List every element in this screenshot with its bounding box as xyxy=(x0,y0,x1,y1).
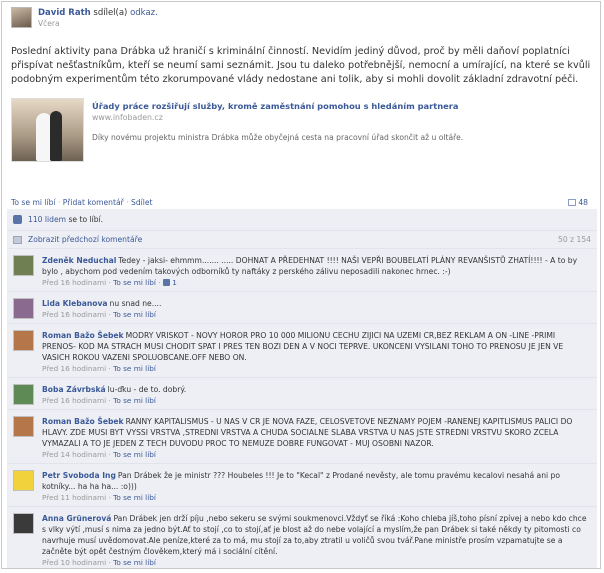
commenter-avatar[interactable] xyxy=(13,255,34,276)
shared-link-thumbnail[interactable] xyxy=(11,98,84,162)
like-link[interactable]: To se mi líbí xyxy=(11,198,56,207)
comment-body: Lida Klebanova nu snad ne.... xyxy=(42,298,591,309)
facebook-post-card: David Rath sdílel(a) odkaz. Včera Posled… xyxy=(1,1,601,569)
comment-author[interactable]: Lida Klebanova xyxy=(42,299,108,308)
post-author-line: David Rath sdílel(a) odkaz. xyxy=(38,8,158,18)
commenter-avatar[interactable] xyxy=(13,384,34,405)
comment-text: lu-ďku - de to. dobrý. xyxy=(107,385,187,394)
post-actions: To se mi líbí · Přidat komentář · Sdílet xyxy=(11,198,153,207)
view-previous-comments[interactable]: Zobrazit předchozí komentáře 50 z 154 xyxy=(7,231,597,249)
comment-time[interactable]: Před 16 hodinami xyxy=(42,310,106,319)
like-thumb-icon xyxy=(162,279,170,286)
comment-like-link[interactable]: To se mi líbí xyxy=(113,450,156,459)
post-timestamp[interactable]: Včera xyxy=(38,19,60,28)
comment-text: Pan Drábek že je ministr ??? Houbeles !!… xyxy=(42,471,560,491)
comment-like-link[interactable]: To se mi líbí xyxy=(113,493,156,502)
comment-author[interactable]: Boba Závrbská xyxy=(42,385,106,394)
post-author-name[interactable]: David Rath xyxy=(38,8,91,18)
comment-time[interactable]: Před 14 hodinami xyxy=(42,450,106,459)
comment-pagination-count: 50 z 154 xyxy=(558,235,591,244)
comment-body: Roman Bažo Šebek RANNY KAPITALISMUS - U N… xyxy=(42,416,591,449)
comment-author[interactable]: Roman Bažo Šebek xyxy=(42,417,124,426)
likes-summary: 110 lidem se to líbí. xyxy=(7,209,597,231)
commenter-avatar[interactable] xyxy=(13,298,34,319)
comment-text: Pan Drábek jen drží píju ,nebo sekeru se… xyxy=(42,514,587,556)
shared-link-domain: www.infobaden.cz xyxy=(92,113,163,122)
comment-time[interactable]: Před 10 hodinami xyxy=(42,558,106,567)
comment-text: nu snad ne.... xyxy=(109,299,162,308)
commenter-avatar[interactable] xyxy=(13,330,34,351)
likes-count-link[interactable]: 110 lidem xyxy=(28,215,66,224)
likes-suffix: se to líbí. xyxy=(68,215,104,224)
comment-time[interactable]: Před 11 hodinami xyxy=(42,493,106,502)
comment-time[interactable]: Před 16 hodinami xyxy=(42,364,106,373)
comment-item: Lida Klebanova nu snad ne.... Před 16 hodi… xyxy=(7,292,597,324)
comment-item: Anna Grünerová Pan Drábek jen drží píju ,… xyxy=(7,507,597,568)
like-thumb-icon xyxy=(13,215,22,224)
comment-like-link[interactable]: To se mi líbí xyxy=(113,396,156,405)
share-link[interactable]: Sdílet xyxy=(131,198,153,207)
comment-like-link[interactable]: To se mi líbí xyxy=(113,278,156,287)
comment-author[interactable]: Roman Bažo Šebek xyxy=(42,331,124,340)
post-object-link[interactable]: odkaz. xyxy=(130,8,158,18)
comment-meta: Před 16 hodinami · To se mi líbí xyxy=(42,310,156,319)
comment-bubble-icon xyxy=(13,236,22,244)
comment-meta: Před 16 hodinami · To se mi líbí xyxy=(42,364,156,373)
comment-like-link[interactable]: To se mi líbí xyxy=(113,364,156,373)
comment-body: Petr Svoboda Ing Pan Drábek že je ministr… xyxy=(42,470,591,492)
comment-time[interactable]: Před 16 hodinami xyxy=(42,278,106,287)
comment-meta: Před 14 hodinami · To se mi líbí xyxy=(42,450,156,459)
shared-link-title[interactable]: Úřady práce rozšiřují služby, kromě zamě… xyxy=(92,101,458,111)
comment-item: Roman Bažo Šebek RANNY KAPITALISMUS - U N… xyxy=(7,410,597,464)
comment-body: Roman Bažo Šebek MODRY VRISKOT - NOVY HOR… xyxy=(42,330,591,363)
comment-item: Petr Svoboda Ing Pan Drábek že je ministr… xyxy=(7,464,597,507)
comment-meta: Před 16 hodinami · To se mi líbí xyxy=(42,396,156,405)
comment-meta: Před 10 hodinami · To se mi líbí xyxy=(42,558,156,567)
comment-list: Zdeněk Neduchal Tedey - jaksi- ehmmm.....… xyxy=(7,249,597,568)
commenter-avatar[interactable] xyxy=(13,513,34,534)
comments-section: 110 lidem se to líbí. Zobrazit předchozí… xyxy=(7,209,597,568)
groom-figure xyxy=(50,111,62,161)
shared-link-description: Díky novému projektu ministra Drábka můž… xyxy=(92,133,464,142)
share-count[interactable]: 48 xyxy=(567,198,588,207)
comment-like-link[interactable]: To se mi líbí xyxy=(113,558,156,567)
commenter-avatar[interactable] xyxy=(13,416,34,437)
comment-meta: Před 16 hodinami · To se mi líbí · 1 xyxy=(42,278,177,287)
comment-item: Boba Závrbská lu-ďku - de to. dobrý. Před … xyxy=(7,378,597,410)
action-separator: · xyxy=(57,198,61,207)
comment-author[interactable]: Zdeněk Neduchal xyxy=(42,256,116,265)
post-action-text: sdílel(a) xyxy=(93,8,128,18)
comment-item: Roman Bažo Šebek MODRY VRISKOT - NOVY HOR… xyxy=(7,324,597,378)
comment-text: Tedey - jaksi- ehmmm....... ..... DOHNAT… xyxy=(42,256,578,276)
comment-author[interactable]: Anna Grünerová xyxy=(42,514,111,523)
comment-like-link[interactable]: To se mi líbí xyxy=(113,310,156,319)
share-icon xyxy=(567,199,576,206)
likes-text: 110 lidem se to líbí. xyxy=(28,215,103,224)
author-avatar[interactable] xyxy=(11,7,32,28)
shared-link-attachment[interactable]: Úřady práce rozšiřují služby, kromě zamě… xyxy=(11,98,591,162)
comment-body: Anna Grünerová Pan Drábek jen drží píju ,… xyxy=(42,513,591,557)
comment-link[interactable]: Přidat komentář xyxy=(63,198,124,207)
comment-author[interactable]: Petr Svoboda Ing xyxy=(42,471,116,480)
post-message: Poslední aktivity pana Drábka už hraničí… xyxy=(11,46,591,85)
comment-body: Zdeněk Neduchal Tedey - jaksi- ehmmm.....… xyxy=(42,255,591,277)
comment-body: Boba Závrbská lu-ďku - de to. dobrý. xyxy=(42,384,591,395)
comment-meta: Před 11 hodinami · To se mi líbí xyxy=(42,493,156,502)
comment-like-count[interactable]: 1 xyxy=(172,278,177,287)
view-previous-link[interactable]: Zobrazit předchozí komentáře xyxy=(28,235,142,244)
comment-item: Zdeněk Neduchal Tedey - jaksi- ehmmm.....… xyxy=(7,249,597,292)
action-separator: · xyxy=(126,198,129,207)
commenter-avatar[interactable] xyxy=(13,470,34,491)
share-count-value: 48 xyxy=(578,198,588,207)
comment-time[interactable]: Před 16 hodinami xyxy=(42,396,106,405)
